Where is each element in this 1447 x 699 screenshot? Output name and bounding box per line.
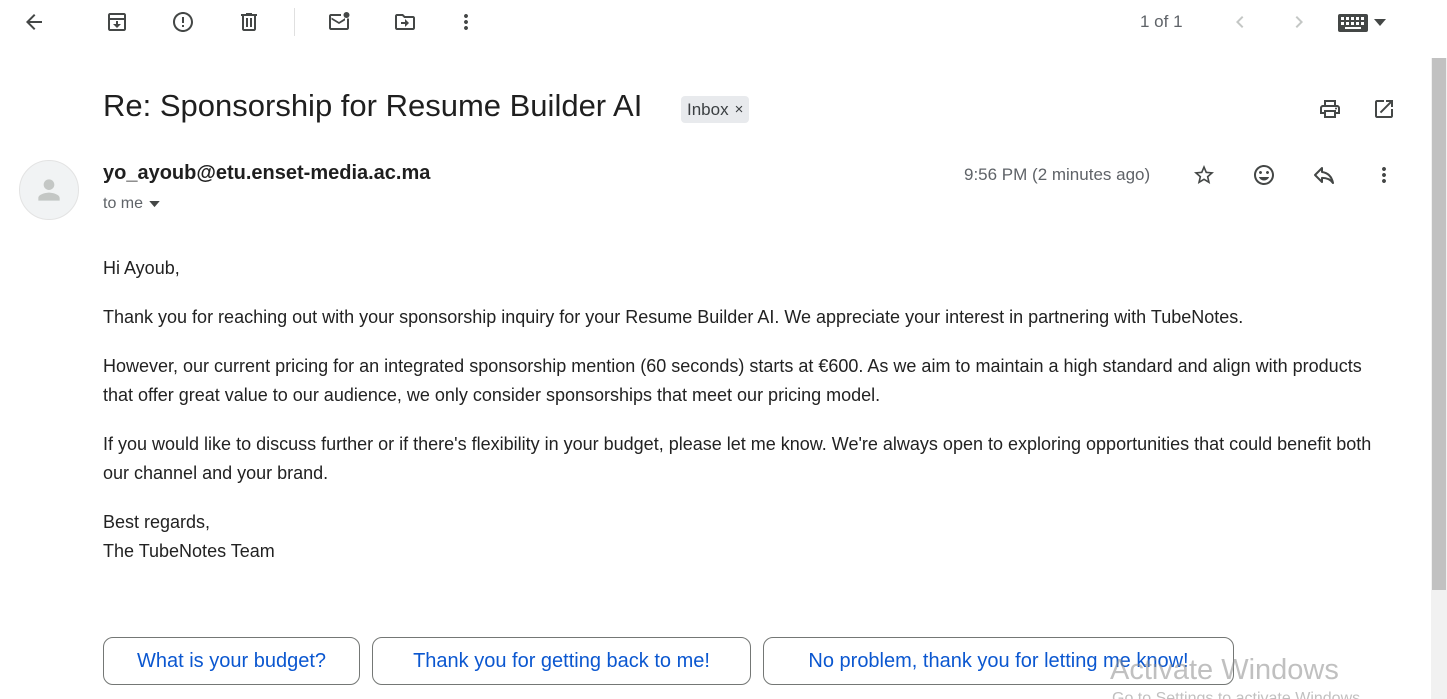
closing: Best regards, (103, 512, 211, 532)
archive-icon (108, 13, 126, 31)
delete-button[interactable] (233, 6, 265, 38)
arrow-left-icon (26, 14, 42, 30)
email-body: Hi Ayoub, Thank you for reaching out wit… (103, 254, 1403, 566)
report-spam-button[interactable] (167, 6, 199, 38)
smart-reply-button[interactable]: Thank you for getting back to me! (372, 637, 751, 685)
next-button[interactable] (1283, 6, 1315, 38)
emoji-icon (1254, 165, 1274, 185)
label-text: Inbox (687, 99, 729, 119)
dropdown-arrow-icon (1374, 19, 1386, 26)
add-reaction-button[interactable] (1248, 159, 1280, 191)
star-button[interactable] (1188, 159, 1220, 191)
body-paragraph: Thank you for reaching out with your spo… (103, 307, 1244, 327)
print-icon (1320, 100, 1340, 118)
reply-icon (1314, 167, 1334, 184)
more-vertical-icon (1382, 167, 1386, 183)
archive-button[interactable] (101, 6, 133, 38)
smart-reply-button[interactable]: No problem, thank you for letting me kno… (763, 637, 1234, 685)
scrollbar-thumb[interactable] (1432, 58, 1446, 590)
report-spam-icon (173, 12, 193, 32)
toolbar-divider (294, 8, 295, 36)
body-paragraph: If you would like to discuss further or … (103, 434, 1372, 483)
body-paragraph: However, our current pricing for an inte… (103, 356, 1362, 405)
toolbar: 1 of 1 (0, 0, 1447, 44)
signature: The TubeNotes Team (103, 541, 275, 561)
recipient-label: to me (103, 195, 144, 212)
caret-down-icon (149, 200, 160, 207)
greeting: Hi Ayoub, (103, 258, 180, 278)
email-view: 1 of 1 Re: Sponsorship for Resume Builde… (0, 0, 1447, 699)
remove-label-button[interactable]: × (735, 101, 744, 118)
open-new-window-button[interactable] (1368, 93, 1400, 125)
print-button[interactable] (1314, 93, 1346, 125)
sender-email[interactable]: yo_ayoub@etu.enset-media.ac.ma (103, 162, 430, 185)
recipient-details[interactable]: to me (103, 195, 160, 213)
inbox-label-chip[interactable]: Inbox × (681, 96, 750, 123)
trash-icon (241, 13, 257, 31)
mark-unread-button[interactable] (323, 6, 355, 38)
previous-button[interactable] (1224, 6, 1256, 38)
keyboard-icon (1338, 14, 1368, 32)
star-icon (1194, 165, 1214, 184)
smart-reply-button[interactable]: What is your budget? (103, 637, 360, 685)
move-to-button[interactable] (389, 6, 421, 38)
email-timestamp: 9:56 PM (2 minutes ago) (964, 165, 1151, 184)
back-button[interactable] (18, 6, 50, 38)
sender-avatar[interactable] (19, 160, 79, 220)
mark-unread-icon (329, 12, 350, 30)
chevron-left-icon (1236, 16, 1244, 28)
more-options-button[interactable] (450, 6, 482, 38)
person-icon (38, 179, 60, 201)
more-vertical-icon (464, 14, 468, 30)
email-subject: Re: Sponsorship for Resume Builder AI (103, 88, 643, 123)
open-in-new-icon (1375, 100, 1393, 118)
move-to-icon (395, 14, 415, 30)
activate-windows-subtext: Go to Settings to activate Windows. (1112, 690, 1365, 699)
message-more-button[interactable] (1368, 159, 1400, 191)
pager-count: 1 of 1 (1140, 12, 1183, 31)
input-tools-button[interactable] (1338, 10, 1394, 36)
chevron-right-icon (1295, 16, 1303, 28)
reply-button[interactable] (1308, 159, 1340, 191)
